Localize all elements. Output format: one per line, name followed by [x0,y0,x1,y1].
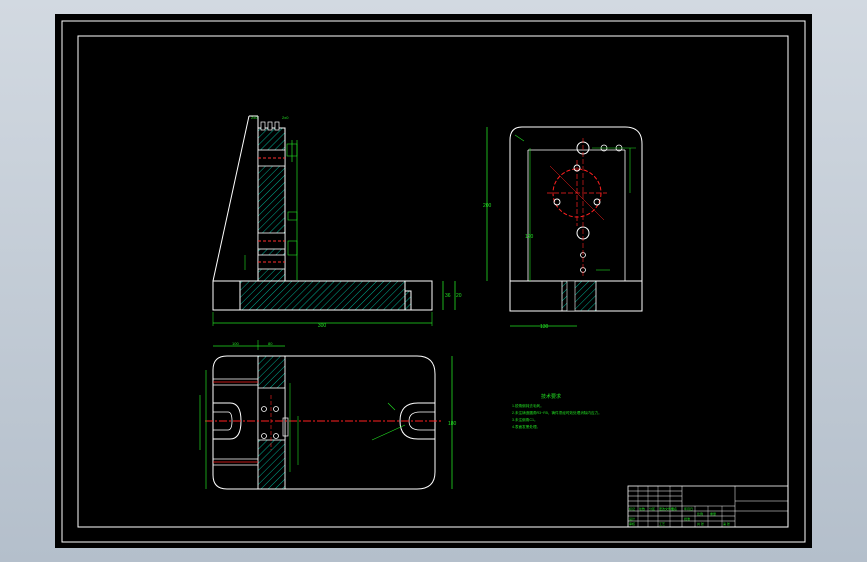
title-cell-12: 重量 [710,511,716,516]
title-cell-8: 审核 [629,521,635,526]
dim-right-bottom-width: 130 [540,324,549,330]
cad-viewport[interactable]: 300 36 20 2x0 2x0 200 120 130 100 80 180… [0,0,867,562]
title-cell-5: 签名 [671,506,677,511]
title-cell-14: 第 张 [723,521,730,526]
title-cell-3: 分区 [649,506,655,511]
dim-front-height: 36 [445,293,451,299]
title-cell-2: 处数 [639,506,645,511]
title-cell-13: 共 张 [697,521,704,526]
dim-top-tag-left: 2x0 [251,115,258,120]
notes-line-4: 4.表面发黑处理。 [512,424,540,429]
dim-top-tag-right: 2x0 [282,115,289,120]
title-cell-9: 工艺 [659,521,665,526]
title-cell-10: 批准 [684,516,690,521]
dim-top-right-height: 180 [448,421,457,427]
notes-line-2: 2.未注铸造圆角R3~R5，铸件须经时效处理消除内应力。 [512,410,602,415]
dim-top-width-b: 80 [268,341,273,346]
title-cell-7: 设计 [629,516,635,521]
dim-top-width-a: 100 [232,341,239,346]
dim-right-height: 200 [483,203,492,209]
dim-right-inner-height: 120 [525,234,534,240]
notes-title: 技术要求 [541,393,561,400]
title-cell-11: 比例 [697,511,703,516]
dim-front-bottom-width: 300 [318,323,327,329]
notes-line-3: 3.未注倒角C1。 [512,417,538,422]
notes-line-1: 1.锐角倒钝去毛刺。 [512,403,544,408]
title-cell-6: 年月日 [684,506,693,511]
title-cell-1: 标记 [629,506,635,511]
drawing-sheet [55,14,812,548]
dim-front-height-right: 20 [456,293,462,299]
